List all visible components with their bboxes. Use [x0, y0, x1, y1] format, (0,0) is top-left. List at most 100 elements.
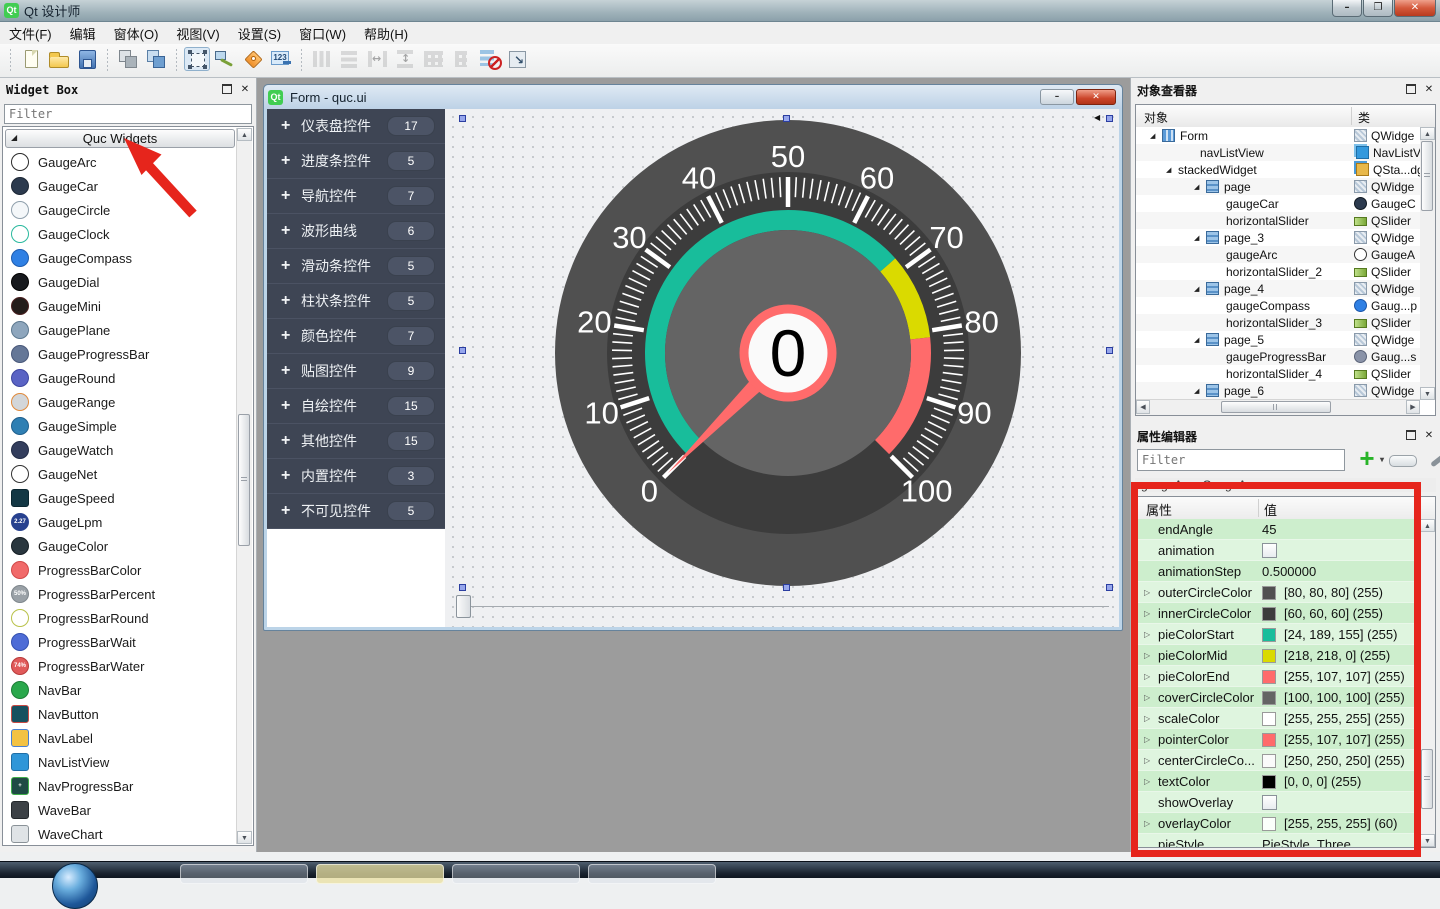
object-tree-row[interactable]: horizontalSlider_3 QSlider: [1136, 314, 1420, 331]
window-restore-button[interactable]: ❐: [1363, 0, 1393, 17]
property-value[interactable]: PieStyle_Three: [1262, 834, 1351, 847]
taskbar-app-button[interactable]: [452, 864, 580, 884]
property-value[interactable]: 0.500000: [1262, 561, 1316, 582]
open-form-icon[interactable]: [46, 47, 72, 71]
property-row[interactable]: animation: [1136, 540, 1420, 561]
object-inspector-close-button[interactable]: ✕: [1422, 84, 1436, 97]
widget-box-item[interactable]: ProgressBarColor: [3, 558, 253, 582]
tree-expander-icon[interactable]: ◢: [1194, 183, 1206, 191]
edit-signals-slots-icon[interactable]: [212, 47, 238, 71]
property-expander-icon[interactable]: ▷: [1144, 588, 1158, 597]
nav-list-item[interactable]: + 其他控件 15: [267, 424, 445, 459]
property-expander-icon[interactable]: ▷: [1144, 777, 1158, 786]
checkbox[interactable]: [1262, 543, 1277, 558]
property-row[interactable]: ▷ centerCircleCo... [250, 250, 250] (255…: [1136, 750, 1420, 771]
widget-box-item[interactable]: GaugeArc: [3, 150, 253, 174]
scroll-down-icon[interactable]: ▼: [1420, 834, 1435, 847]
object-tree-row[interactable]: ◢ page_5 QWidge: [1136, 331, 1420, 348]
widget-box-item[interactable]: GaugeClock: [3, 222, 253, 246]
horizontal-slider[interactable]: [456, 595, 1111, 619]
property-value[interactable]: [255, 107, 107] (255): [1262, 666, 1405, 687]
property-value[interactable]: [80, 80, 80] (255): [1262, 582, 1383, 603]
property-row[interactable]: ▷ scaleColor [255, 255, 255] (255): [1136, 708, 1420, 729]
widget-box-close-button[interactable]: ✕: [238, 84, 252, 97]
layout-vertical-icon[interactable]: [337, 47, 363, 71]
widget-box-item[interactable]: GaugeNet: [3, 462, 253, 486]
property-row[interactable]: ▷ outerCircleColor [80, 80, 80] (255): [1136, 582, 1420, 603]
widget-box-item[interactable]: GaugeMini: [3, 294, 253, 318]
widget-box-float-button[interactable]: [220, 84, 234, 97]
layout-horizontal-splitter-icon[interactable]: [365, 47, 391, 71]
add-property-button[interactable]: +: [1355, 446, 1379, 470]
selection-handle[interactable]: [1106, 584, 1113, 591]
scroll-left-icon[interactable]: ◀: [1136, 400, 1150, 414]
slider-handle[interactable]: [456, 595, 471, 618]
menu-item[interactable]: 窗体(O): [105, 22, 168, 45]
menu-item[interactable]: 设置(S): [229, 22, 290, 45]
selection-handle[interactable]: [783, 115, 790, 122]
property-value[interactable]: [24, 189, 155] (255): [1262, 624, 1397, 645]
property-row[interactable]: showOverlay: [1136, 792, 1420, 813]
widget-box-item[interactable]: ProgressBarWait: [3, 630, 253, 654]
property-editor-close-button[interactable]: ✕: [1422, 430, 1436, 443]
property-expander-icon[interactable]: ▷: [1144, 714, 1158, 723]
selection-handle[interactable]: [459, 584, 466, 591]
nav-list-item[interactable]: + 滑动条控件 5: [267, 249, 445, 284]
property-row[interactable]: ▷ coverCircleColor [100, 100, 100] (255): [1136, 687, 1420, 708]
scrollbar-thumb[interactable]: [1421, 141, 1433, 211]
form-canvas[interactable]: 01020304050607080901000 ◀: [445, 109, 1119, 627]
menu-item[interactable]: 窗口(W): [290, 22, 355, 45]
nav-list-item[interactable]: + 不可见控件 5: [267, 494, 445, 529]
object-tree-row[interactable]: horizontalSlider QSlider: [1136, 212, 1420, 229]
widget-box-item[interactable]: NavListView: [3, 750, 253, 774]
tree-expander-icon[interactable]: ◢: [1194, 234, 1206, 242]
widget-box-item[interactable]: ProgressBarRound: [3, 606, 253, 630]
nav-list-item[interactable]: + 内置控件 3: [267, 459, 445, 494]
property-expander-icon[interactable]: ▷: [1144, 693, 1158, 702]
object-tree-row[interactable]: ◢ page_4 QWidge: [1136, 280, 1420, 297]
object-tree-row[interactable]: ◢ stackedWidget QSta...dg: [1136, 161, 1420, 178]
property-value[interactable]: 45: [1262, 519, 1276, 540]
tree-expander-icon[interactable]: ◢: [1194, 387, 1206, 395]
object-tree-row[interactable]: gaugeCompass Gaug...p: [1136, 297, 1420, 314]
object-tree-row[interactable]: gaugeCar GaugeC: [1136, 195, 1420, 212]
scroll-down-icon[interactable]: ▼: [237, 831, 252, 844]
nav-list-item[interactable]: + 仪表盘控件 17: [267, 109, 445, 144]
widget-box-item[interactable]: NavButton: [3, 702, 253, 726]
nav-list-item[interactable]: + 导航控件 7: [267, 179, 445, 214]
scroll-up-icon[interactable]: ▲: [237, 128, 252, 141]
edit-tab-order-icon[interactable]: [268, 47, 294, 71]
widget-box-item[interactable]: GaugeRange: [3, 390, 253, 414]
property-value[interactable]: [255, 255, 255] (60): [1262, 813, 1397, 834]
property-value[interactable]: [255, 255, 255] (255): [1262, 708, 1405, 729]
widget-box-item[interactable]: GaugeCar: [3, 174, 253, 198]
property-expander-icon[interactable]: ▷: [1144, 819, 1158, 828]
layout-horizontal-icon[interactable]: [309, 47, 335, 71]
start-button[interactable]: [52, 863, 98, 909]
property-expander-icon[interactable]: ▷: [1144, 651, 1158, 660]
tree-expander-icon[interactable]: ◢: [1150, 132, 1162, 140]
nav-list-item[interactable]: + 波形曲线 6: [267, 214, 445, 249]
property-row[interactable]: ▷ overlayColor [255, 255, 255] (60): [1136, 813, 1420, 834]
widget-box-item[interactable]: GaugeProgressBar: [3, 342, 253, 366]
widget-box-item[interactable]: NavBar: [3, 678, 253, 702]
object-tree-row[interactable]: gaugeArc GaugeA: [1136, 246, 1420, 263]
selection-handle[interactable]: [1106, 115, 1113, 122]
save-form-icon[interactable]: [74, 47, 100, 71]
checkbox[interactable]: [1262, 795, 1277, 810]
property-value[interactable]: [218, 218, 0] (255): [1262, 645, 1390, 666]
widget-box-item[interactable]: + NavProgressBar: [3, 774, 253, 798]
lower-widget-icon[interactable]: [115, 47, 141, 71]
object-tree-row[interactable]: horizontalSlider_2 QSlider: [1136, 263, 1420, 280]
widget-box-filter-input[interactable]: [4, 104, 252, 124]
adjust-size-icon[interactable]: [505, 47, 531, 71]
scrollbar-thumb[interactable]: [1221, 401, 1331, 413]
property-row[interactable]: ▷ pieColorMid [218, 218, 0] (255): [1136, 645, 1420, 666]
property-expander-icon[interactable]: ▷: [1144, 630, 1158, 639]
nav-list-item[interactable]: + 自绘控件 15: [267, 389, 445, 424]
widget-box-item[interactable]: GaugeRound: [3, 366, 253, 390]
property-value[interactable]: [0, 0, 0] (255): [1262, 771, 1361, 792]
scroll-right-icon[interactable]: ▶: [1406, 400, 1420, 414]
property-value[interactable]: [60, 60, 60] (255): [1262, 603, 1383, 624]
property-row[interactable]: pieStyle PieStyle_Three: [1136, 834, 1420, 847]
